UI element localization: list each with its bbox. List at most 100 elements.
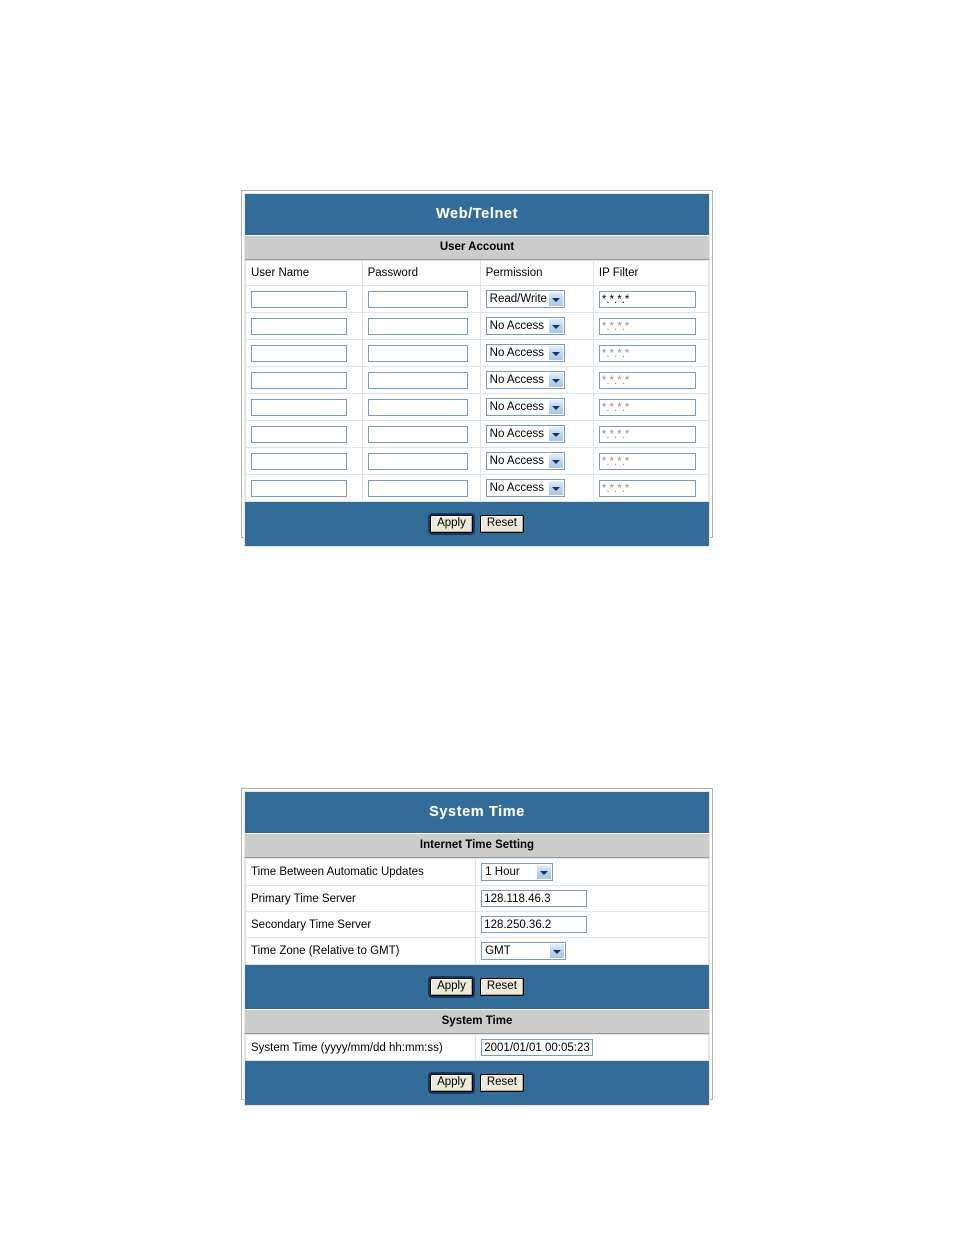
internet-time-setting-table: Time Between Automatic Updates 1 Hour Pr…: [244, 858, 709, 965]
user-name-input[interactable]: [251, 372, 347, 390]
password-input[interactable]: [367, 372, 468, 390]
permission-select[interactable]: No Access: [485, 451, 565, 470]
user-name-input[interactable]: [251, 453, 347, 471]
permission-select-value: No Access: [489, 400, 544, 413]
permission-select-value: No Access: [489, 454, 544, 467]
cell-user-name: [245, 393, 363, 421]
ip-filter-input[interactable]: [598, 345, 696, 363]
cell-permission: No Access: [479, 393, 594, 421]
row-system-time: System Time (yyyy/mm/dd hh:mm:ss): [244, 1034, 709, 1061]
chevron-down-icon[interactable]: [549, 944, 565, 958]
user-account-table: User Name Password Permission IP Filter …: [245, 260, 710, 502]
chevron-down-icon[interactable]: [547, 372, 563, 387]
chevron-down-icon[interactable]: [547, 345, 563, 360]
cell-permission: No Access: [479, 339, 594, 367]
ip-filter-input[interactable]: [598, 426, 696, 444]
ip-filter-input[interactable]: [598, 453, 696, 471]
cell-permission: Read/Write: [479, 285, 594, 313]
cell-password: [361, 474, 481, 502]
cell-user-name: [245, 474, 363, 502]
user-name-input[interactable]: [251, 318, 347, 336]
row-automatic-updates: Time Between Automatic Updates 1 Hour: [244, 858, 709, 886]
password-input[interactable]: [367, 426, 468, 444]
permission-select-value: No Access: [489, 427, 544, 440]
primary-time-server-input[interactable]: [481, 890, 588, 907]
table-header-row: User Name Password Permission IP Filter: [245, 260, 710, 286]
cell-permission: No Access: [479, 420, 594, 448]
cell-ip-filter: [592, 393, 710, 421]
time-zone-select-value: GMT: [485, 945, 511, 957]
chevron-down-icon[interactable]: [547, 480, 563, 495]
chevron-down-icon[interactable]: [547, 426, 563, 441]
internet-time-action-bar: Apply Reset: [245, 965, 709, 1009]
apply-button-system-time[interactable]: Apply: [428, 1072, 475, 1094]
label-automatic-updates: Time Between Automatic Updates: [244, 858, 477, 886]
permission-select[interactable]: Read/Write: [485, 289, 565, 308]
chevron-down-icon[interactable]: [536, 865, 552, 879]
cell-permission: No Access: [479, 366, 594, 394]
permission-select-value: No Access: [489, 346, 544, 359]
column-header-ip-filter: IP Filter: [592, 260, 710, 286]
row-time-zone: Time Zone (Relative to GMT) GMT: [244, 937, 709, 965]
apply-button-internet-time[interactable]: Apply: [428, 976, 475, 998]
permission-select[interactable]: No Access: [485, 424, 565, 443]
permission-select[interactable]: No Access: [485, 370, 565, 389]
system-time-table: System Time (yyyy/mm/dd hh:mm:ss): [244, 1034, 709, 1061]
cell-password: [361, 393, 481, 421]
password-input[interactable]: [367, 399, 468, 417]
ip-filter-input[interactable]: [598, 480, 696, 498]
label-system-time: System Time (yyyy/mm/dd hh:mm:ss): [244, 1034, 477, 1061]
chevron-down-icon[interactable]: [547, 318, 563, 333]
chevron-down-icon[interactable]: [547, 399, 563, 414]
system-time-input[interactable]: [481, 1039, 594, 1056]
ip-filter-input[interactable]: [598, 318, 696, 336]
ip-filter-input[interactable]: [598, 291, 696, 309]
ip-filter-input[interactable]: [598, 399, 696, 417]
ip-filter-input[interactable]: [598, 372, 696, 390]
permission-select[interactable]: No Access: [485, 316, 565, 335]
permission-select[interactable]: No Access: [485, 343, 565, 362]
time-zone-select[interactable]: GMT: [481, 942, 567, 960]
reset-button[interactable]: Reset: [479, 515, 524, 533]
cell-ip-filter: [592, 339, 710, 367]
web-telnet-action-bar: Apply Reset: [245, 502, 709, 546]
cell-automatic-updates: 1 Hour: [475, 858, 709, 886]
reset-button-internet-time[interactable]: Reset: [479, 978, 524, 996]
cell-user-name: [245, 366, 363, 394]
permission-select-value: No Access: [489, 319, 544, 332]
password-input[interactable]: [367, 453, 468, 471]
system-time-action-bar: Apply Reset: [245, 1061, 709, 1105]
user-name-input[interactable]: [251, 291, 347, 309]
internet-time-setting-section-header: Internet Time Setting: [245, 833, 709, 858]
table-row: No Access: [245, 339, 710, 367]
apply-button[interactable]: Apply: [428, 513, 475, 535]
permission-select-value: Read/Write: [489, 292, 547, 305]
cell-system-time: [475, 1034, 709, 1061]
password-input[interactable]: [367, 345, 468, 363]
user-name-input[interactable]: [251, 426, 347, 444]
cell-ip-filter: [592, 285, 710, 313]
permission-select[interactable]: No Access: [485, 478, 565, 497]
cell-ip-filter: [592, 312, 710, 340]
password-input[interactable]: [367, 291, 468, 309]
password-input[interactable]: [367, 480, 468, 498]
cell-password: [361, 366, 481, 394]
password-input[interactable]: [367, 318, 468, 336]
chevron-down-icon[interactable]: [547, 291, 563, 306]
web-telnet-panel-inner: Web/Telnet User Account User Name Passwo…: [244, 193, 710, 547]
web-telnet-panel: Web/Telnet User Account User Name Passwo…: [241, 190, 713, 547]
automatic-updates-select[interactable]: 1 Hour: [481, 863, 554, 881]
system-time-panel-inner: System Time Internet Time Setting Time B…: [244, 791, 710, 1106]
user-name-input[interactable]: [251, 345, 347, 363]
label-time-zone: Time Zone (Relative to GMT): [244, 937, 477, 965]
automatic-updates-select-value: 1 Hour: [485, 866, 520, 878]
chevron-down-icon[interactable]: [547, 453, 563, 468]
permission-select-value: No Access: [489, 481, 544, 494]
user-name-input[interactable]: [251, 399, 347, 417]
reset-button-system-time[interactable]: Reset: [479, 1074, 524, 1092]
user-account-section-header: User Account: [245, 235, 709, 260]
permission-select[interactable]: No Access: [485, 397, 565, 416]
web-telnet-title-bar: Web/Telnet: [245, 194, 709, 235]
user-name-input[interactable]: [251, 480, 347, 498]
secondary-time-server-input[interactable]: [481, 916, 588, 933]
